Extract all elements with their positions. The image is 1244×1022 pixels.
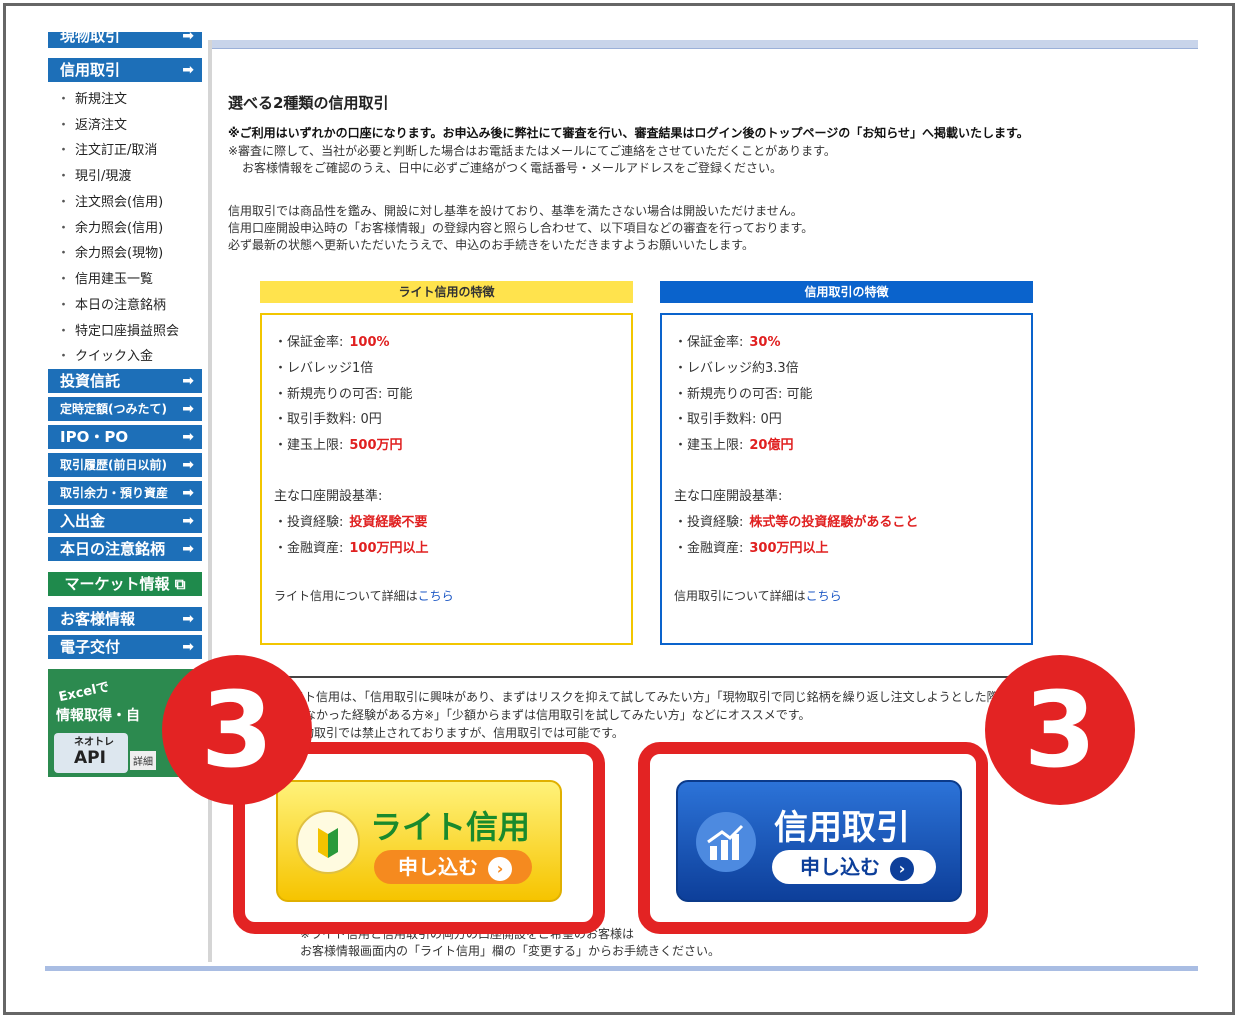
sidebar-sub-item[interactable]: ・本日の注意銘柄 — [57, 294, 166, 313]
lite-card: ・保証金率: 100% ・レバレッジ1倍 ・新規売りの可否: 可能 ・取引手数料:… — [260, 313, 633, 645]
margin-criteria-label: 主な口座開設基準: — [674, 489, 783, 504]
margin-card-header: 信用取引の特徴 — [660, 281, 1033, 303]
margin-button-title: 信用取引 — [774, 808, 910, 848]
sidebar-sub-item[interactable]: ・余力照会(信用) — [57, 217, 163, 236]
margin-leverage: ・レバレッジ約3.3倍 — [674, 361, 799, 376]
chart-up-icon — [696, 812, 756, 872]
lite-criteria-label: 主な口座開設基準: — [274, 489, 383, 504]
desc-line: ※現物取引では禁止されておりますが、信用取引では可能です。 — [280, 726, 624, 740]
lite-card-header: ライト信用の特徴 — [260, 281, 633, 303]
margin-short-sell: ・新規売りの可否: 可能 — [674, 387, 813, 402]
criteria-paragraph: 信用口座開設申込時の「お客様情報」の登録内容と照らし合わせて、以下項目などの審査… — [228, 221, 814, 235]
api-badge: ネオトレ API — [54, 733, 128, 773]
sidebar-divider — [208, 40, 212, 962]
criteria-paragraph: 信用取引では商品性を鑑み、開設に対し基準を設けており、基準を満たさない場合は開設… — [228, 204, 803, 218]
margin-card: ・保証金率: 30% ・レバレッジ約3.3倍 ・新規売りの可否: 可能 ・取引手数… — [660, 313, 1033, 645]
sidebar-sub-item[interactable]: ・現引/現渡 — [57, 165, 131, 184]
bottom-divider — [45, 966, 1198, 971]
sidebar-item-ipo[interactable]: IPO・PO ➡ — [48, 425, 202, 449]
desc-line: ライト信用は、「信用取引に興味があり、まずはリスクを抑えて試してみたい方」「現物… — [280, 690, 999, 704]
criteria-paragraph: 必ず最新の状態へ更新いただいたうえで、申込のお手続きをいただきますようお願いいた… — [228, 238, 754, 252]
sidebar-item-shinyo[interactable]: 信用取引 ➡ — [48, 58, 202, 82]
page-title: 選べる2種類の信用取引 — [228, 94, 389, 112]
notice-line: ※審査に際して、当社が必要と判断した場合はお電話またはメールにてご連絡をさせてい… — [228, 144, 836, 158]
sidebar-item-history[interactable]: 取引履歴(前日以前) ➡ — [48, 453, 202, 477]
lite-margin-rate: ・保証金率: 100% — [274, 335, 390, 350]
arrow-icon: ➡ — [182, 62, 194, 78]
sidebar-sub-item[interactable]: ・返済注文 — [57, 114, 127, 133]
sidebar-sub-item[interactable]: ・信用建玉一覧 — [57, 268, 153, 287]
lite-position-limit: ・建玉上限: 500万円 — [274, 438, 403, 453]
excel-sub-label: 情報取得・自 — [56, 708, 140, 724]
chevron-right-icon: › — [890, 856, 914, 881]
sidebar-sub-item[interactable]: ・新規注文 — [57, 88, 127, 107]
bottom-note: お客様情報画面内の「ライト信用」欄の「変更する」からお手続きください。 — [300, 944, 721, 958]
lite-leverage: ・レバレッジ1倍 — [274, 361, 374, 376]
sidebar-sub-item[interactable]: ・注文照会(信用) — [57, 191, 163, 210]
margin-experience: ・投資経験: 株式等の投資経験があること — [674, 515, 919, 530]
margin-apply-button[interactable]: 信用取引 申し込む › — [676, 780, 962, 902]
margin-detail-link[interactable]: こちら — [806, 589, 842, 603]
sidebar-item-market[interactable]: マーケット情報 ⧉ — [48, 572, 202, 596]
sidebar-item-customer[interactable]: お客様情報 ➡ — [48, 607, 202, 631]
lite-button-title: ライト信用 — [370, 808, 531, 846]
top-divider-line — [212, 48, 1198, 49]
sidebar-item-tsumitate[interactable]: 定時定額(つみたて) ➡ — [48, 397, 202, 421]
margin-position-limit: ・建玉上限: 20億円 — [674, 438, 794, 453]
lite-description: ライト信用は、「信用取引に興味があり、まずはリスクを抑えて試してみたい方」「現物… — [258, 676, 1032, 748]
step-badge-left: 3 — [162, 655, 312, 805]
top-divider — [212, 40, 1198, 48]
sidebar-sub-item[interactable]: ・余力照会(現物) — [57, 242, 163, 261]
sidebar-sub-item[interactable]: ・クイック入金 — [57, 345, 153, 364]
margin-fee: ・取引手数料: 0円 — [674, 412, 782, 427]
lite-detail: ライト信用について詳細はこちら — [274, 589, 454, 603]
sidebar-item-deposit[interactable]: 入出金 ➡ — [48, 509, 202, 533]
chevron-right-icon: › — [488, 856, 512, 881]
notice-line: お客様情報をご確認のうえ、日中に必ずご連絡がつく電話番号・メールアドレスをご登録… — [242, 161, 783, 175]
external-link-icon: ⧉ — [174, 575, 186, 593]
sidebar-item-edelivery[interactable]: 電子交付 ➡ — [48, 635, 202, 659]
lite-short-sell: ・新規売りの可否: 可能 — [274, 387, 413, 402]
sidebar: 現物取引 ➡ 信用取引 ➡ ・新規注文 ・返済注文 ・注文訂正/取消 ・現引/現渡 … — [45, 32, 205, 777]
lite-experience: ・投資経験: 投資経験不要 — [274, 515, 428, 530]
sidebar-sub-item[interactable]: ・特定口座損益照会 — [57, 320, 179, 339]
lite-apply-button[interactable]: ライト信用 申し込む › — [276, 780, 562, 902]
lite-apply-pill: 申し込む › — [374, 850, 532, 884]
lite-detail-link[interactable]: こちら — [418, 589, 454, 603]
sidebar-item-genbutsu[interactable]: 現物取引 ➡ — [48, 32, 202, 48]
sidebar-item-assets[interactable]: 取引余力・預り資産 ➡ — [48, 481, 202, 505]
sidebar-sub-item[interactable]: ・注文訂正/取消 — [57, 139, 157, 158]
step-badge-right: 3 — [985, 655, 1135, 805]
desc-line: できなかった経験がある方※」「少額からまずは信用取引を試してみたい方」などにオス… — [280, 708, 811, 722]
notice-bold: ※ご利用はいずれかの口座になります。お申込み後に弊社にて審査を行い、審査結果はロ… — [228, 126, 1029, 140]
excel-label: Excelで — [57, 679, 111, 706]
detail-link[interactable]: 詳細 — [130, 751, 156, 770]
sidebar-item-caution[interactable]: 本日の注意銘柄 ➡ — [48, 537, 202, 561]
lite-fee: ・取引手数料: 0円 — [274, 412, 382, 427]
sidebar-item-toshin[interactable]: 投資信託 ➡ — [48, 369, 202, 393]
margin-detail: 信用取引について詳細はこちら — [674, 589, 842, 603]
margin-assets: ・金融資産: 300万円以上 — [674, 541, 829, 556]
margin-margin-rate: ・保証金率: 30% — [674, 335, 781, 350]
lite-assets: ・金融資産: 100万円以上 — [274, 541, 429, 556]
beginner-leaf-icon — [296, 810, 360, 874]
margin-apply-pill: 申し込む › — [772, 850, 936, 884]
